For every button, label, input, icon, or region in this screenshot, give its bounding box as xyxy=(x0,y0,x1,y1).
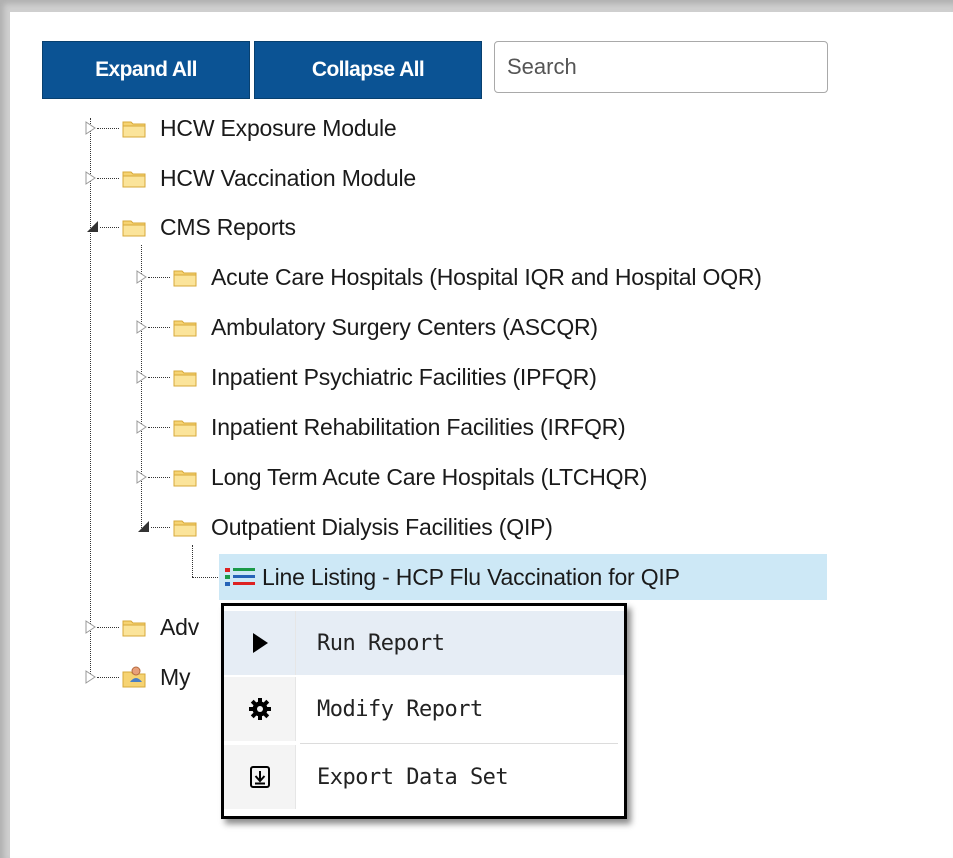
tree-branch xyxy=(100,227,119,228)
gear-icon xyxy=(248,698,271,720)
folder-icon xyxy=(173,420,197,437)
tree-branch xyxy=(148,277,170,278)
menu-separator xyxy=(300,743,618,744)
folder-icon xyxy=(173,370,197,387)
tree-item-inpatient-psych[interactable]: Inpatient Psychiatric Facilities (IPFQR) xyxy=(173,357,597,397)
folder-icon xyxy=(173,270,197,287)
tree-connector-cms xyxy=(141,245,142,530)
tree-item-label: My xyxy=(160,663,191,690)
expand-triangle-icon[interactable] xyxy=(85,171,97,185)
tree-item-label: Ambulatory Surgery Centers (ASCQR) xyxy=(211,313,598,340)
line-listing-report-icon xyxy=(225,568,255,586)
export-data-set-menu-item[interactable]: Export Data Set xyxy=(224,745,624,809)
tree-item-hcw-vaccination[interactable]: HCW Vaccination Module xyxy=(122,158,416,198)
expand-triangle-icon[interactable] xyxy=(136,370,148,384)
tree-item-label: Outpatient Dialysis Facilities (QIP) xyxy=(211,513,553,540)
tree-branch xyxy=(148,477,170,478)
expand-triangle-icon[interactable] xyxy=(85,670,97,684)
folder-icon xyxy=(122,121,146,138)
expand-triangle-icon[interactable] xyxy=(136,470,148,484)
tree-branch xyxy=(148,427,170,428)
expand-triangle-icon[interactable] xyxy=(136,420,148,434)
tree-item-label: Acute Care Hospitals (Hospital IQR and H… xyxy=(211,263,762,290)
tree-branch xyxy=(148,377,170,378)
collapse-triangle-icon[interactable] xyxy=(86,220,100,234)
tree-connector-dialysis xyxy=(192,545,193,577)
play-icon xyxy=(252,633,268,653)
run-report-menu-item[interactable]: Run Report xyxy=(224,611,624,675)
collapse-triangle-icon[interactable] xyxy=(137,520,151,534)
tree-branch xyxy=(97,677,119,678)
tree-branch xyxy=(151,527,170,528)
tree-item-long-term[interactable]: Long Term Acute Care Hospitals (LTCHQR) xyxy=(173,457,647,497)
tree-item-label: Inpatient Rehabilitation Facilities (IRF… xyxy=(211,413,626,440)
context-menu: Run Report Modify Report Export Data Set xyxy=(221,603,627,819)
expand-triangle-icon[interactable] xyxy=(136,320,148,334)
expand-triangle-icon[interactable] xyxy=(85,620,97,634)
search-input[interactable] xyxy=(494,41,828,93)
tree-item-acute-care[interactable]: Acute Care Hospitals (Hospital IQR and H… xyxy=(173,257,762,297)
tree-connector-root xyxy=(90,118,91,678)
expand-triangle-icon[interactable] xyxy=(85,121,97,135)
folder-icon xyxy=(173,520,197,537)
modify-report-menu-item[interactable]: Modify Report xyxy=(224,677,624,741)
tree-item-inpatient-rehab[interactable]: Inpatient Rehabilitation Facilities (IRF… xyxy=(173,407,626,447)
tree-item-label: Long Term Acute Care Hospitals (LTCHQR) xyxy=(211,463,648,490)
tree-item-label: CMS Reports xyxy=(160,213,296,240)
tree-branch xyxy=(97,178,119,179)
tree-item-advanced[interactable]: Adv xyxy=(122,607,199,647)
tree-item-label: Adv xyxy=(160,613,200,640)
menu-item-label: Modify Report xyxy=(317,696,483,722)
tree-item-label: HCW Exposure Module xyxy=(160,114,397,141)
folder-icon xyxy=(173,320,197,337)
tree-item-cms-reports[interactable]: CMS Reports xyxy=(122,207,296,247)
tree-branch xyxy=(97,627,119,628)
menu-item-label: Run Report xyxy=(317,630,445,656)
folder-icon xyxy=(122,620,146,637)
tree-item-hcw-exposure[interactable]: HCW Exposure Module xyxy=(122,108,397,148)
export-download-icon xyxy=(249,766,270,788)
folder-icon xyxy=(173,470,197,487)
tree-item-line-listing[interactable]: Line Listing - HCP Flu Vaccination for Q… xyxy=(224,557,680,597)
folder-icon xyxy=(122,171,146,188)
tree-item-label: Line Listing - HCP Flu Vaccination for Q… xyxy=(262,563,680,590)
expand-triangle-icon[interactable] xyxy=(136,270,148,284)
folder-icon xyxy=(122,220,146,237)
tree-item-label: HCW Vaccination Module xyxy=(160,164,416,191)
tree-item-my-reports[interactable]: My xyxy=(122,657,190,697)
user-folder-icon xyxy=(122,666,146,688)
tree-branch xyxy=(97,128,119,129)
tree-item-ambulatory[interactable]: Ambulatory Surgery Centers (ASCQR) xyxy=(173,307,598,347)
tree-item-outpatient-dialysis[interactable]: Outpatient Dialysis Facilities (QIP) xyxy=(173,507,553,547)
tree-item-label: Inpatient Psychiatric Facilities (IPFQR) xyxy=(211,363,597,390)
collapse-all-button[interactable]: Collapse All xyxy=(254,41,482,99)
menu-item-label: Export Data Set xyxy=(317,764,509,790)
tree-branch xyxy=(148,327,170,328)
expand-all-button[interactable]: Expand All xyxy=(42,41,250,99)
tree-branch xyxy=(192,577,220,578)
